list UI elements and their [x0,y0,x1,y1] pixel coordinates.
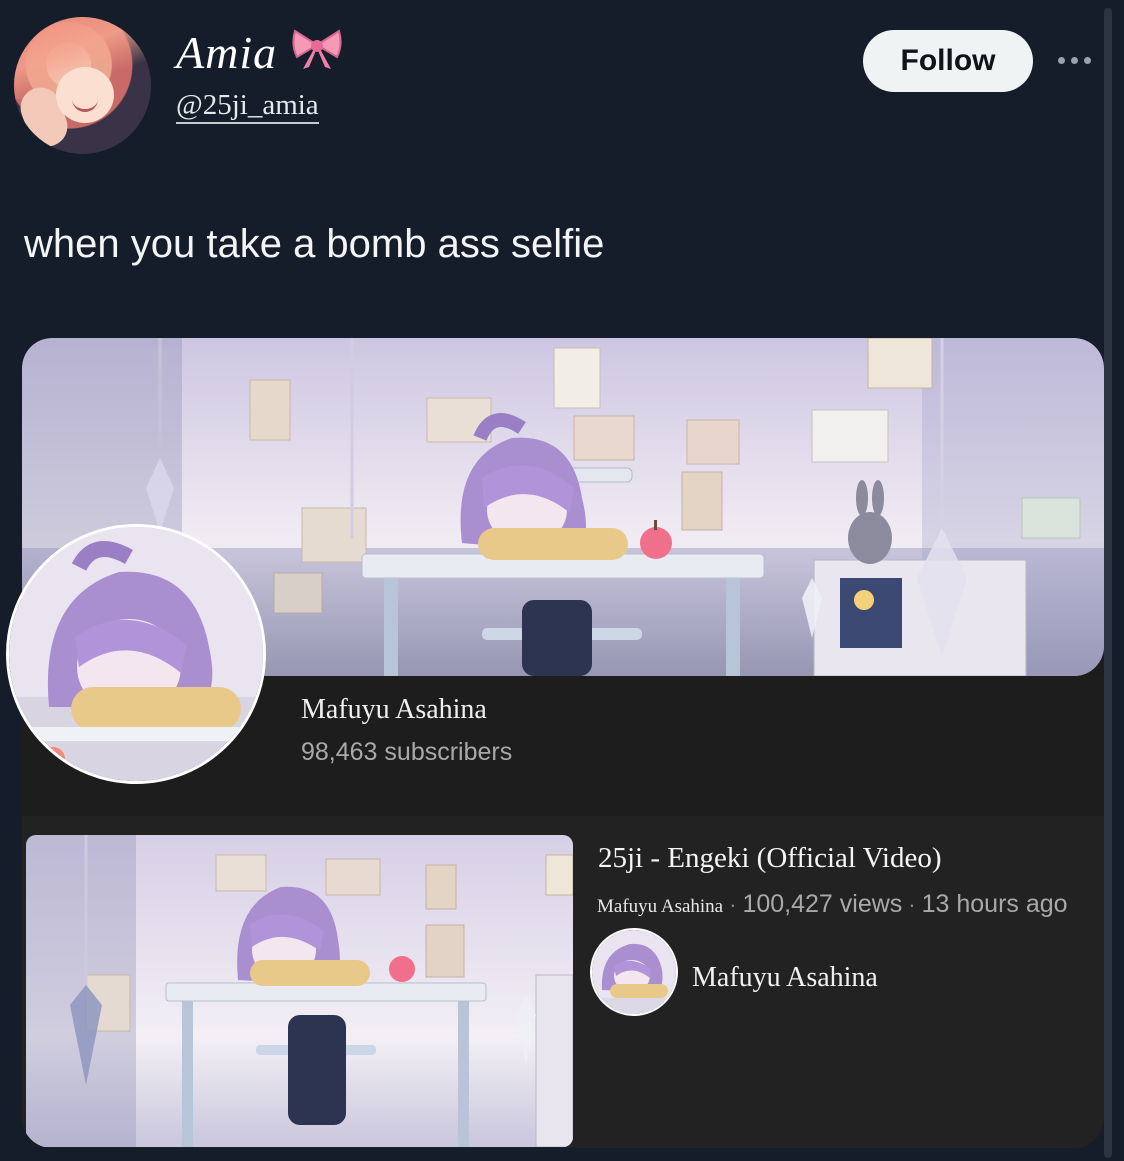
follow-button[interactable]: Follow [863,30,1033,92]
ribbon-emoji-icon [291,27,343,71]
video-channel-avatar[interactable] [590,928,678,1016]
channel-name[interactable]: Mafuyu Asahina [301,694,487,726]
author-handle[interactable]: @25ji_amia [176,88,319,124]
meta-separator: · [729,892,737,917]
video-meta: Mafuyu Asahina · 100,427 views · 13 hours ag… [597,890,1103,920]
video-channel-row-name[interactable]: Mafuyu Asahina [692,962,878,994]
tweet-text: when you take a bomb ass selfie [24,222,605,266]
subscriber-count: 98,463 subscribers [301,738,513,766]
channel-avatar[interactable] [6,524,266,784]
upload-age: 13 hours ago [921,890,1068,918]
view-count: 100,427 views [742,890,903,918]
author-avatar[interactable] [14,17,151,154]
video-title[interactable]: 25ji - Engeki (Official Video) [598,842,941,875]
author-display-name[interactable]: Amia [176,26,277,79]
video-channel-name[interactable]: Mafuyu Asahina [597,896,723,917]
more-options-icon[interactable] [1058,48,1098,72]
video-thumbnail[interactable] [26,835,573,1147]
scrollbar[interactable] [1104,8,1112,1158]
meta-separator: · [908,892,916,917]
